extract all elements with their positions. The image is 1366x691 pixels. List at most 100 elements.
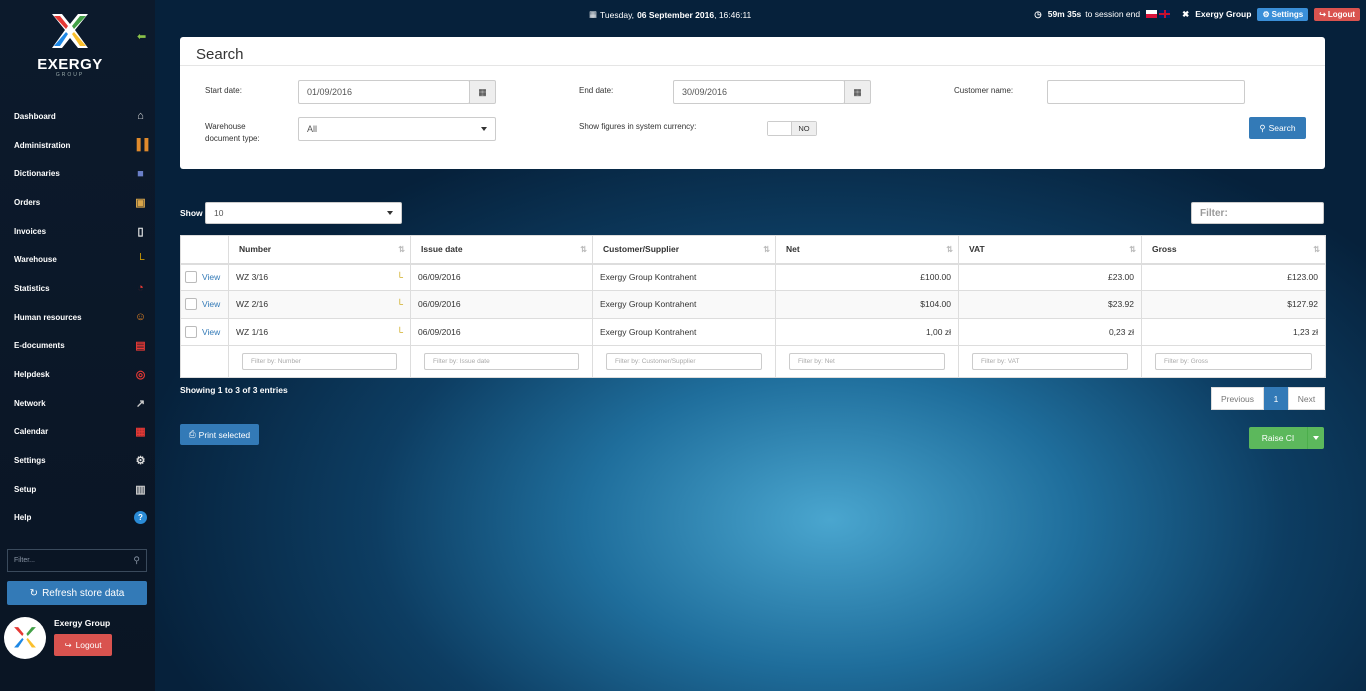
logout-button[interactable]: ↪ Logout	[1314, 7, 1360, 21]
company-name: Exergy Group	[1195, 9, 1252, 19]
filter-customer-input[interactable]: Filter by: Customer/Supplier	[606, 352, 762, 370]
logout-label: Logout	[1327, 9, 1355, 19]
net-amount: $104.00	[775, 290, 959, 319]
view-link[interactable]: View	[202, 272, 220, 282]
document-number: WZ 2/16	[236, 299, 269, 310]
start-date-input[interactable]: 01/09/2016	[298, 80, 470, 104]
exergy-logo[interactable]: EXERGY GROUP	[30, 12, 110, 92]
flag-pl-icon[interactable]	[1146, 10, 1158, 18]
topbar-right: ◷ 59m 35s to session end ✖ Exergy Group …	[1034, 6, 1360, 22]
search-button[interactable]: ⚲ Search	[1249, 117, 1306, 139]
sidebar-item-label: Network	[14, 398, 46, 408]
view-link[interactable]: View	[202, 327, 220, 337]
print-selected-label: Print selected	[198, 429, 251, 440]
print-selected-button[interactable]: ⎙ Print selected	[180, 424, 259, 445]
user-name: Exergy Group	[54, 618, 111, 628]
page-1-button[interactable]: 1	[1264, 387, 1288, 410]
warehouse-type-select[interactable]: All	[298, 117, 496, 141]
sidebar-item-statistics[interactable]: Statistics ◔	[0, 274, 155, 303]
sidebar-item-helpdesk[interactable]: Helpdesk ◎	[0, 360, 155, 389]
sidebar-item-settings[interactable]: Settings ⚙	[0, 446, 155, 475]
sidebar-item-label: Invoices	[14, 226, 47, 236]
filter-net-input[interactable]: Filter by: Net	[789, 352, 945, 370]
sidebar-item-administration[interactable]: Administration ▐▐	[0, 131, 155, 160]
start-date-label: Start date:	[205, 86, 242, 95]
sidebar-logout-button[interactable]: ↪ Logout	[54, 634, 112, 656]
sidebar-item-label: Helpdesk	[14, 370, 50, 380]
column-header-issue-date[interactable]: Issue date ⇅	[410, 235, 593, 265]
sidebar-filter-input[interactable]: Filter... ⚲	[7, 549, 147, 572]
show-label: Show	[180, 208, 203, 218]
table-filter-placeholder: Filter:	[1200, 207, 1228, 219]
end-date-calendar-button[interactable]: ▦	[844, 80, 871, 104]
sidebar-item-e-documents[interactable]: E-documents ▤	[0, 332, 155, 361]
chevron-down-icon	[481, 127, 487, 131]
sidebar-item-setup[interactable]: Setup ▥	[0, 475, 155, 504]
end-date-label: End date:	[579, 86, 614, 95]
filter-gross-input[interactable]: Filter by: Gross	[1155, 352, 1312, 370]
sidebar-item-label: E-documents	[14, 341, 65, 351]
table-filter-input[interactable]: Filter:	[1191, 202, 1324, 224]
column-header-label: Net	[786, 244, 800, 255]
start-date-calendar-button[interactable]: ▦	[469, 80, 496, 104]
column-header-vat[interactable]: VAT ⇅	[958, 235, 1142, 265]
sort-icon: ⇅	[398, 245, 405, 254]
avatar[interactable]	[4, 617, 46, 659]
sidebar-item-human-resources[interactable]: Human resources ☺	[0, 303, 155, 332]
calendar-icon: ▦	[853, 86, 862, 97]
column-header-gross[interactable]: Gross ⇅	[1141, 235, 1326, 265]
sidebar-item-dashboard[interactable]: Dashboard ⌂	[0, 102, 155, 131]
settings-button[interactable]: ⚙ Settings	[1257, 7, 1309, 21]
gross-amount: £123.00	[1141, 262, 1326, 292]
book-icon: ■	[137, 167, 144, 180]
sort-icon: ⇅	[1313, 245, 1320, 254]
end-date-input[interactable]: 30/09/2016	[673, 80, 845, 104]
sidebar-item-network[interactable]: Network ↗	[0, 389, 155, 418]
table-row: View WZ 2/16 └ 06/09/2016 Exergy Group Ko…	[180, 290, 1326, 319]
column-header-label: Issue date	[421, 244, 463, 255]
column-header-net[interactable]: Net ⇅	[775, 235, 959, 265]
company-logo-icon: ✖	[1182, 8, 1190, 19]
row-checkbox[interactable]	[185, 298, 197, 311]
raise-ci-button[interactable]: Raise CI	[1249, 427, 1308, 449]
customer: Exergy Group Kontrahent	[592, 290, 776, 319]
flag-uk-icon[interactable]	[1159, 10, 1171, 18]
search-button-label: Search	[1268, 123, 1296, 133]
filter-number-input[interactable]: Filter by: Number	[242, 352, 397, 370]
system-currency-toggle[interactable]: NO	[767, 121, 817, 136]
filter-issue-date-input[interactable]: Filter by: Issue date	[424, 352, 579, 370]
filter-vat-input[interactable]: Filter by: VAT	[972, 352, 1128, 370]
vat-amount: 0,23 zł	[958, 317, 1142, 346]
date-value: 06 September 2016	[637, 9, 715, 20]
vat-amount: £23.00	[958, 262, 1142, 292]
column-header-number[interactable]: Number ⇅	[228, 235, 411, 265]
row-checkbox[interactable]	[185, 271, 197, 284]
help-icon: ?	[134, 511, 147, 525]
sidebar-item-calendar[interactable]: Calendar ▦	[0, 418, 155, 447]
view-link[interactable]: View	[202, 299, 220, 309]
logo-mark-icon	[52, 14, 88, 48]
column-header-label: Customer/Supplier	[603, 244, 680, 255]
sidebar-item-label: Calendar	[14, 427, 49, 437]
column-header-customer[interactable]: Customer/Supplier ⇅	[592, 235, 776, 265]
search-panel: Search Start date: 01/09/2016 ▦ End date…	[180, 37, 1325, 169]
divider	[180, 65, 1325, 66]
previous-page-button[interactable]: Previous	[1211, 387, 1264, 410]
issue-date: 06/09/2016	[410, 262, 593, 292]
customer-name-input[interactable]	[1047, 80, 1245, 104]
page-size-select[interactable]: 10	[205, 202, 402, 224]
next-page-button[interactable]: Next	[1288, 387, 1325, 410]
person-icon: ☺	[134, 311, 147, 324]
sidebar: EXERGY GROUP ⬅ Dashboard ⌂ Administration…	[0, 0, 155, 691]
forklift-icon: └	[396, 299, 403, 310]
sidebar-item-dictionaries[interactable]: Dictionaries ■	[0, 159, 155, 188]
sidebar-item-invoices[interactable]: Invoices ▯	[0, 217, 155, 246]
refresh-store-button[interactable]: ↻ Refresh store data	[7, 581, 147, 605]
sidebar-item-help[interactable]: Help?	[0, 504, 155, 533]
sidebar-item-orders[interactable]: Orders ▣	[0, 188, 155, 217]
raise-ci-dropdown-button[interactable]	[1308, 427, 1324, 449]
collapse-sidebar-icon[interactable]: ⬅	[137, 30, 146, 43]
document-number: WZ 1/16	[236, 326, 269, 337]
sidebar-item-warehouse[interactable]: Warehouse └	[0, 245, 155, 274]
row-checkbox[interactable]	[185, 325, 197, 338]
